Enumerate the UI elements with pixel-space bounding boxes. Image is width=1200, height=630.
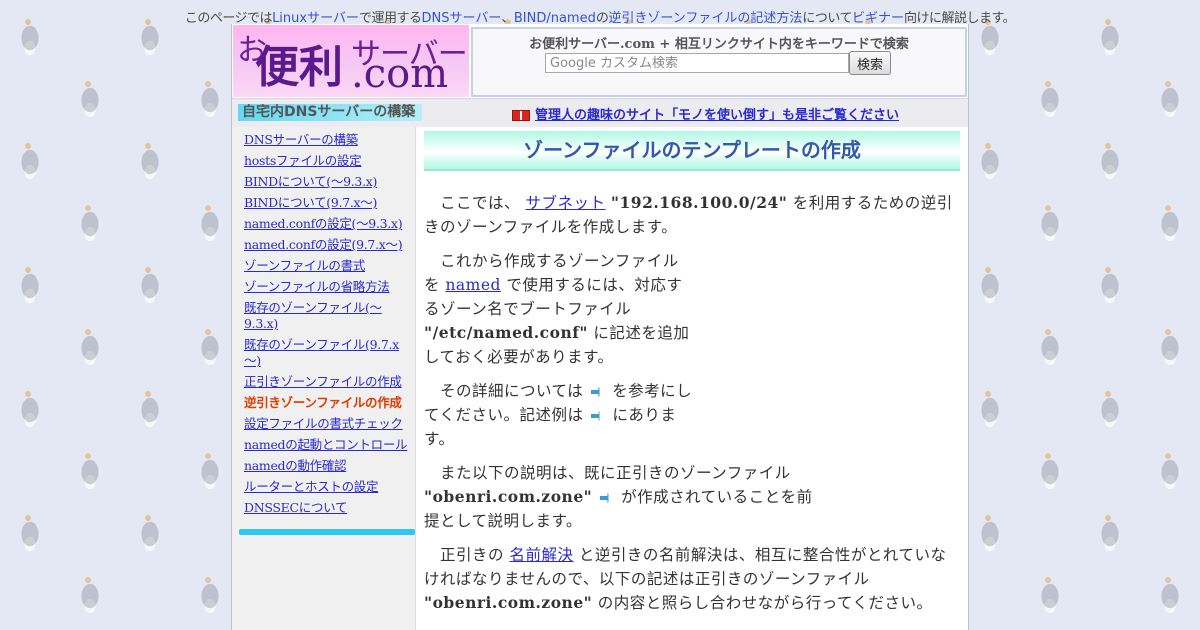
- sidebar-item[interactable]: DNSSECについて: [244, 500, 414, 516]
- sidebar-item[interactable]: ゾーンファイルの省略方法: [244, 279, 414, 295]
- sidebar: DNSサーバーの構築 hostsファイルの設定 BINDについて(～9.3.x)…: [232, 127, 416, 630]
- sidebar-item[interactable]: ルーターとホストの設定: [244, 479, 414, 495]
- section-title: 自宅内DNSサーバーの構築: [238, 104, 422, 121]
- page-container: お 便利 サーバー .com お便利サーバー.com + 相互リンクサイト内をキ…: [231, 24, 969, 630]
- forward-zone-file: "obenri.com.zone": [424, 593, 593, 612]
- logo-com: .com: [351, 51, 449, 97]
- arrow-link-icon[interactable]: [590, 387, 605, 397]
- text: 正引きの: [440, 546, 505, 564]
- promo-link[interactable]: 管理人の趣味のサイト「モノを使い倒す」も是非ご覧ください: [535, 108, 899, 123]
- page-title: ゾーンファイルのテンプレートの作成: [424, 131, 960, 171]
- sidebar-item[interactable]: BINDについて(～9.3.x): [244, 174, 414, 190]
- site-search: お便利サーバー.com + 相互リンクサイト内をキーワードで検索 検索: [471, 27, 967, 97]
- paragraph-intro: ここでは、 サブネット "192.168.100.0/24" を利用するための逆…: [424, 191, 960, 239]
- sidebar-item[interactable]: namedの起動とコントロール: [244, 437, 414, 453]
- arrow-link-icon[interactable]: [599, 493, 614, 503]
- text: また以下の説明は、既に正引きのゾーンファイル: [440, 464, 791, 482]
- search-title: お便利サーバー.com + 相互リンクサイト内をキーワードで検索: [529, 37, 909, 52]
- sidebar-item[interactable]: 正引きゾーンファイルの作成: [244, 374, 414, 390]
- search-input[interactable]: [545, 53, 849, 73]
- sidebar-item-current: 逆引きゾーンファイルの作成: [244, 395, 402, 410]
- sidebar-nav: DNSサーバーの構築 hostsファイルの設定 BINDについて(～9.3.x)…: [244, 132, 414, 521]
- sidebar-item[interactable]: 設定ファイルの書式チェック: [244, 416, 414, 432]
- main-content: ゾーンファイルのテンプレートの作成 ここでは、 サブネット "192.168.1…: [424, 131, 960, 615]
- sidebar-item[interactable]: 既存のゾーンファイル(～9.3.x): [244, 300, 414, 332]
- text: の内容と照らし合わせながら行ってください。: [597, 594, 933, 612]
- logo-benri: 便利: [255, 42, 343, 93]
- subnet-value: "192.168.100.0/24": [610, 193, 788, 212]
- forward-zone-file: "obenri.com.zone": [424, 487, 593, 506]
- sidebar-item[interactable]: namedの動作確認: [244, 458, 414, 474]
- paragraph-consistency: 正引きの 名前解決 と逆引きの名前解決は、相互に整合性がとれていなければなりませ…: [424, 543, 960, 615]
- name-resolution-link[interactable]: 名前解決: [509, 546, 573, 564]
- sidebar-item[interactable]: named.confの設定(～9.3.x): [244, 216, 414, 232]
- flag-icon: [512, 110, 530, 121]
- sidebar-item[interactable]: hostsファイルの設定: [244, 153, 414, 169]
- site-logo[interactable]: お 便利 サーバー .com: [233, 25, 469, 97]
- paragraph-reference: その詳細については を参考にしてください。記述例は にあります。: [424, 379, 696, 451]
- subnet-link[interactable]: サブネット: [525, 194, 605, 212]
- named-conf-path: "/etc/named.conf": [424, 323, 588, 342]
- section-band: 自宅内DNSサーバーの構築 管理人の趣味のサイト「モノを使い倒す」も是非ご覧くだ…: [232, 98, 968, 127]
- arrow-link-icon[interactable]: [590, 411, 605, 421]
- promo: 管理人の趣味のサイト「モノを使い倒す」も是非ご覧ください: [512, 104, 899, 123]
- sidebar-item[interactable]: named.confの設定(9.7.x～): [244, 237, 414, 253]
- paragraph-premise: また以下の説明は、既に正引きのゾーンファイル "obenri.com.zone"…: [424, 461, 824, 533]
- sidebar-item[interactable]: DNSサーバーの構築: [244, 132, 414, 148]
- text: その詳細については: [440, 382, 584, 400]
- text: ここでは、: [440, 194, 521, 212]
- search-button[interactable]: 検索: [849, 51, 891, 75]
- named-link[interactable]: named: [445, 276, 501, 294]
- paragraph-named: これから作成するゾーンファイルを named で使用するには、対応するゾーン名で…: [424, 249, 692, 369]
- sidebar-divider: [239, 529, 415, 535]
- sidebar-item[interactable]: ゾーンファイルの書式: [244, 258, 414, 274]
- sidebar-item[interactable]: 既存のゾーンファイル(9.7.x～): [244, 337, 414, 369]
- sidebar-item[interactable]: BINDについて(9.7.x～): [244, 195, 414, 211]
